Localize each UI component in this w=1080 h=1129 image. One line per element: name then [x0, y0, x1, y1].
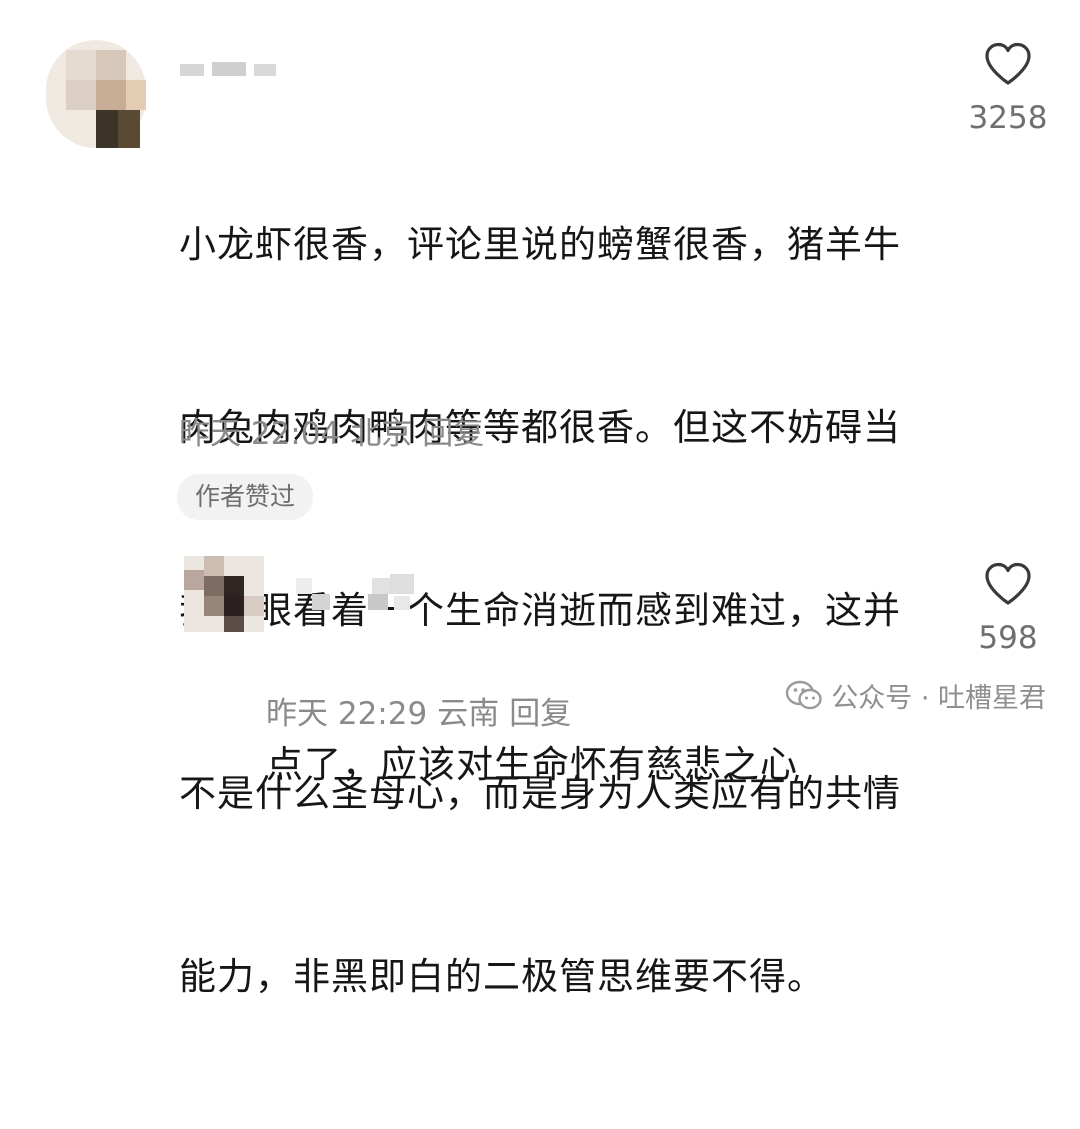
username-blurred[interactable] — [180, 58, 300, 82]
comment-text-line: 小龙虾很香，评论里说的螃蟹很香，猪羊牛 — [179, 223, 901, 266]
reply-button[interactable]: 回复 — [509, 688, 571, 733]
reply-button[interactable]: 回复 — [422, 408, 484, 453]
like-count: 598 — [978, 620, 1038, 656]
username-blurred[interactable] — [296, 568, 426, 612]
watermark: 公众号 · 吐槽星君 — [785, 676, 1046, 715]
watermark-text: 公众号 · 吐槽星君 — [831, 683, 1046, 714]
like-count: 3258 — [968, 100, 1048, 136]
comment-text-line: 能力，非黑即白的二极管思维要不得。 — [179, 955, 825, 998]
comment-location: 北京 — [350, 416, 413, 452]
avatar[interactable] — [46, 40, 146, 148]
comment-text: 点了，应该对生命怀有慈悲之心 — [266, 612, 906, 917]
like-control[interactable]: 3258 — [958, 42, 1058, 136]
like-control[interactable]: 598 — [958, 562, 1058, 656]
heart-icon[interactable] — [984, 42, 1032, 86]
wechat-icon — [786, 680, 822, 709]
comment-date: 昨天 22:29 — [266, 696, 428, 732]
comment-meta: 昨天 22:04 北京 回复 — [179, 408, 484, 453]
comment-meta: 昨天 22:29 云南 回复 — [266, 688, 571, 733]
author-liked-badge: 作者赞过 — [177, 474, 314, 520]
comment-item: 小龙虾很香，评论里说的螃蟹很香，猪羊牛 肉兔肉鸡肉鸭肉等等都很香。但这不妨碍当 … — [0, 0, 1080, 998]
comment-text-line: 点了，应该对生命怀有慈悲之心 — [266, 743, 798, 786]
comment-location: 云南 — [437, 696, 500, 732]
heart-icon[interactable] — [984, 562, 1032, 606]
avatar[interactable] — [184, 556, 264, 632]
comment-date: 昨天 22:04 — [179, 416, 341, 452]
